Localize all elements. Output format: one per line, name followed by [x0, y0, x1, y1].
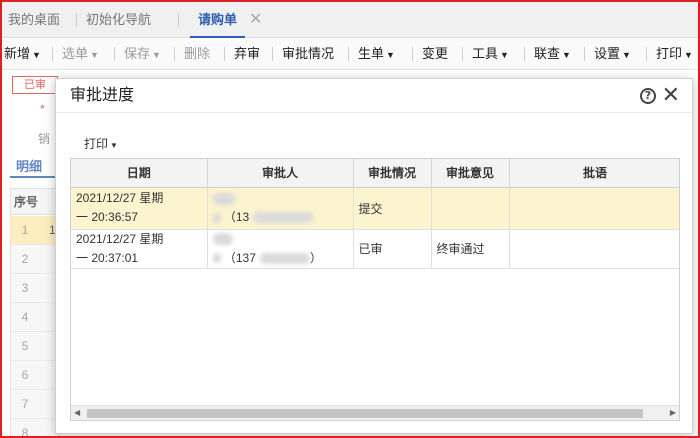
new-button[interactable]: 新增 ▼	[4, 38, 41, 70]
comment-cell	[509, 187, 679, 230]
table-row[interactable]: 2021/12/27 星期 一 20:36:57 （13 提交	[71, 187, 679, 230]
approver-cell: （13	[207, 187, 354, 230]
toolbar-divider	[224, 47, 225, 61]
tab-init-nav[interactable]: 初始化导航	[86, 2, 151, 38]
approval-table: 日期 审批人 审批情况 审批意见 批语 2021/12/27 星期 一 20:3…	[70, 158, 680, 421]
redacted-name	[212, 212, 221, 223]
comment-cell	[509, 229, 679, 269]
chevron-down-icon: ▼	[562, 50, 571, 60]
column-header-date: 日期	[71, 159, 208, 188]
approver-phone-line: （13	[212, 208, 348, 227]
column-header-approver: 审批人	[207, 159, 354, 188]
toolbar-divider	[584, 47, 585, 61]
table-header-row: 日期 审批人 审批情况 审批意见 批语	[71, 159, 679, 188]
approver-phone-prefix: （137	[223, 250, 256, 265]
column-header-comment: 批语	[509, 159, 679, 188]
column-header-opinion: 审批意见	[431, 159, 510, 188]
select-button[interactable]: 选单 ▼	[62, 38, 99, 70]
toolbar-divider	[272, 47, 273, 61]
print-toolbar-label: 打印	[656, 46, 683, 61]
chevron-down-icon: ▼	[32, 50, 41, 60]
toolbar-divider	[114, 47, 115, 61]
toolbar-divider	[646, 47, 647, 61]
approval-progress-dialog: 审批进度 ? ✕ 打印 ▼ 日期 审批人 审批情况 审批意见 批语 2021/1…	[55, 78, 693, 434]
tab-divider	[178, 13, 179, 27]
scrollbar-thumb[interactable]	[87, 409, 643, 418]
date-line: 2021/12/27 星期	[76, 191, 164, 205]
help-icon[interactable]: ?	[640, 88, 656, 104]
save-button[interactable]: 保存 ▼	[124, 38, 161, 70]
delete-button[interactable]: 删除	[184, 38, 210, 70]
tab-my-desktop[interactable]: 我的桌面	[8, 2, 60, 38]
generate-label: 生单	[358, 46, 385, 61]
change-button[interactable]: 变更	[422, 38, 448, 70]
save-label: 保存	[124, 46, 151, 61]
time-line: 一 20:37:01	[76, 250, 139, 265]
tab-bar: 我的桌面 初始化导航 请购单 ✕	[2, 2, 698, 38]
tab-purchase-request[interactable]: 请购单	[189, 2, 246, 38]
tools-button[interactable]: 工具 ▼	[472, 38, 509, 70]
approver-phone-suffix: ）	[309, 250, 322, 265]
scroll-right-icon[interactable]: ▶	[670, 406, 676, 420]
date-cell: 2021/12/27 星期 一 20:37:01	[71, 229, 208, 269]
chevron-down-icon: ▼	[152, 50, 161, 60]
dialog-header: 审批进度 ? ✕	[56, 79, 692, 113]
print-label: 打印	[84, 137, 109, 151]
select-label: 选单	[62, 46, 89, 61]
print-button[interactable]: 打印 ▼	[84, 135, 118, 152]
redacted-phone	[259, 252, 310, 264]
approver-phone-prefix: （13	[223, 210, 250, 224]
tab-close-icon[interactable]: ✕	[249, 2, 262, 38]
chevron-down-icon: ▼	[622, 50, 631, 60]
time-line: 一 20:36:57	[76, 210, 139, 224]
linked-query-label: 联查	[534, 46, 561, 61]
chevron-down-icon: ▼	[684, 50, 693, 60]
redacted-name	[212, 192, 235, 205]
tab-divider	[76, 13, 77, 27]
chevron-down-icon: ▼	[500, 50, 509, 60]
toolbar-divider	[412, 47, 413, 61]
redacted-phone	[253, 212, 314, 224]
chevron-down-icon: ▼	[90, 50, 99, 60]
horizontal-scrollbar[interactable]: ◀ ▶	[71, 405, 679, 420]
redacted-name	[212, 233, 233, 246]
scroll-left-icon[interactable]: ◀	[74, 406, 80, 420]
toolbar-divider	[524, 47, 525, 61]
dialog-title: 审批进度	[70, 87, 135, 104]
approver-name-line	[212, 230, 348, 249]
status-cell: 提交	[353, 187, 432, 230]
chevron-down-icon: ▼	[110, 141, 118, 150]
toolbar-divider	[174, 47, 175, 61]
print-toolbar-button[interactable]: 打印 ▼	[656, 38, 693, 70]
approval-status-button[interactable]: 审批情况	[282, 38, 334, 70]
opinion-cell: 终审通过	[431, 229, 510, 269]
table-row[interactable]: 2021/12/27 星期 一 20:37:01 （137 ） 已审 终审通过	[71, 229, 679, 269]
toolbar-divider	[348, 47, 349, 61]
generate-button[interactable]: 生单 ▼	[358, 38, 395, 70]
approver-cell: （137 ）	[207, 229, 354, 269]
approver-name-line	[212, 189, 348, 208]
opinion-cell	[431, 187, 510, 230]
abandon-approval-button[interactable]: 弃审	[234, 38, 260, 70]
new-label: 新增	[4, 46, 31, 61]
toolbar-divider	[462, 47, 463, 61]
close-icon[interactable]: ✕	[662, 83, 680, 109]
toolbar-divider	[52, 47, 53, 61]
column-header-status: 审批情况	[353, 159, 432, 188]
status-cell: 已审	[353, 229, 432, 269]
approver-phone-line: （137 ）	[212, 249, 348, 268]
linked-query-button[interactable]: 联查 ▼	[534, 38, 571, 70]
settings-button[interactable]: 设置 ▼	[594, 38, 631, 70]
tools-label: 工具	[472, 46, 499, 61]
chevron-down-icon: ▼	[386, 50, 395, 60]
date-cell: 2021/12/27 星期 一 20:36:57	[71, 187, 208, 230]
redacted-name	[212, 253, 221, 264]
date-line: 2021/12/27 星期	[76, 231, 164, 246]
toolbar: 新增 ▼ 选单 ▼ 保存 ▼ 删除 弃审 审批情况 生单 ▼ 变更 工具 ▼ 联查 ▼ 设置…	[2, 38, 698, 70]
settings-label: 设置	[594, 46, 621, 61]
